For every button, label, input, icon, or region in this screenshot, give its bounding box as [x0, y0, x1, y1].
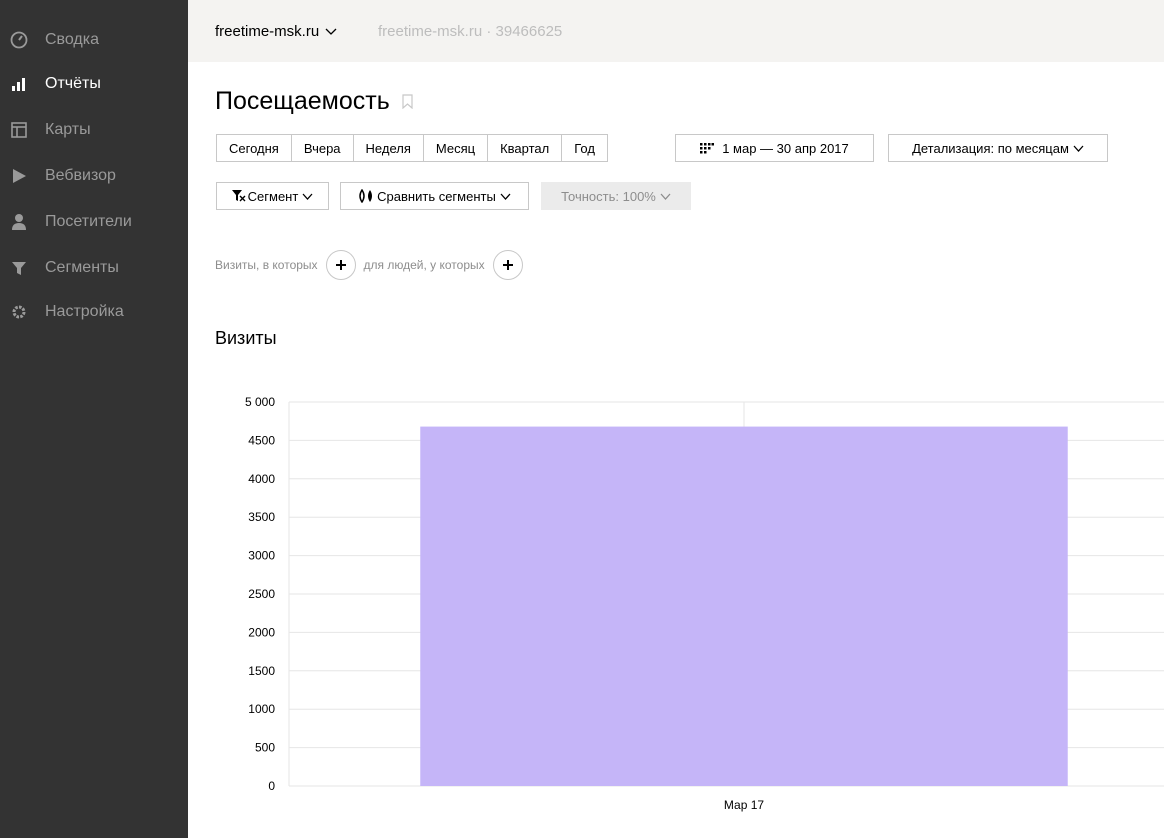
dashboard-icon: [10, 31, 28, 49]
detail-label: Детализация: по месяцам: [912, 140, 1069, 156]
y-tick-label: 3000: [248, 549, 275, 563]
gear-icon: [10, 303, 28, 321]
sidebar: Сводка Отчёты Карты Вебвизор Посетители …: [0, 0, 188, 838]
bar: [420, 426, 1068, 786]
bookmark-icon[interactable]: [402, 94, 413, 109]
y-tick-label: 2000: [248, 625, 275, 639]
bar-chart-icon: [10, 75, 28, 93]
accuracy-dropdown[interactable]: Точность: 100%: [541, 182, 691, 210]
sidebar-item-segments[interactable]: Сегменты: [0, 245, 188, 291]
chevron-down-icon: [500, 193, 511, 200]
people-filter-label: для людей, у которых: [363, 258, 485, 272]
x-tick-label: Мар 17: [724, 798, 764, 812]
period-yesterday-button[interactable]: Вчера: [291, 135, 354, 161]
visits-chart: 0 500 1000 1500 2000 2500 3000 3500 4000 4500 5 00…: [200, 388, 1164, 828]
segment-label: Сегмент: [247, 188, 299, 204]
add-people-condition-button[interactable]: [492, 250, 523, 280]
user-icon: [10, 213, 28, 231]
period-year-button[interactable]: Год: [562, 135, 607, 161]
map-icon: [10, 121, 28, 139]
sidebar-item-settings[interactable]: Настройка: [0, 289, 188, 335]
funnel-icon: [10, 259, 28, 277]
y-tick-label: 4000: [248, 472, 275, 486]
sidebar-item-webvisor[interactable]: Вебвизор: [0, 153, 188, 199]
date-range-label: 1 мар — 30 апр 2017: [722, 140, 849, 156]
plus-icon: [335, 260, 346, 270]
chevron-down-icon: [325, 28, 337, 35]
compare-label: Сравнить сегменты: [377, 188, 496, 204]
sidebar-item-label: Настройка: [45, 303, 124, 320]
funnel-icon: [231, 190, 246, 202]
chart-section-title: Визиты: [215, 328, 277, 348]
filter-row: Визиты, в которых для людей, у которых: [215, 250, 531, 280]
visits-filter-label: Визиты, в которых: [215, 258, 318, 272]
y-tick-label: 4500: [248, 433, 275, 447]
sidebar-item-visitors[interactable]: Посетители: [0, 199, 188, 245]
chevron-down-icon: [1073, 145, 1084, 152]
sidebar-item-label: Посетители: [45, 213, 132, 230]
plus-icon: [502, 260, 513, 270]
compare-segments-dropdown[interactable]: Сравнить сегменты: [340, 182, 529, 210]
site-name: freetime-msk.ru: [215, 23, 320, 40]
add-visit-condition-button[interactable]: [325, 250, 356, 280]
segment-dropdown[interactable]: Сегмент: [216, 182, 329, 210]
chevron-down-icon: [660, 193, 671, 200]
y-tick-label: 2500: [248, 587, 275, 601]
sidebar-item-reports[interactable]: Отчёты: [0, 61, 188, 107]
sidebar-item-maps[interactable]: Карты: [0, 107, 188, 153]
site-selector[interactable]: freetime-msk.ru: [215, 23, 337, 40]
y-tick-label: 3500: [248, 510, 275, 524]
y-tick-label: 1000: [248, 702, 275, 716]
sidebar-item-label: Вебвизор: [45, 167, 116, 184]
site-id: freetime-msk.ru · 39466625: [378, 23, 563, 40]
period-week-button[interactable]: Неделя: [353, 135, 424, 161]
page-title: Посещаемость: [215, 87, 413, 116]
chevron-down-icon: [302, 193, 313, 200]
detail-dropdown[interactable]: Детализация: по месяцам: [888, 134, 1108, 162]
y-tick-label: 1500: [248, 664, 275, 678]
period-quarter-button[interactable]: Квартал: [488, 135, 563, 161]
play-icon: [10, 167, 28, 185]
y-tick-label: 500: [255, 741, 275, 755]
period-today-button[interactable]: Сегодня: [217, 135, 292, 161]
accuracy-label: Точность: 100%: [561, 188, 656, 204]
sidebar-item-label: Отчёты: [45, 75, 101, 92]
sidebar-item-label: Карты: [45, 121, 91, 138]
calendar-icon: [700, 142, 715, 153]
sidebar-item-summary[interactable]: Сводка: [0, 17, 188, 63]
compare-icon: [359, 189, 373, 203]
visits-chart-svg: 0 500 1000 1500 2000 2500 3000 3500 4000 4500 5 00…: [245, 395, 1164, 812]
period-month-button[interactable]: Месяц: [423, 135, 489, 161]
sidebar-item-label: Сводка: [45, 31, 100, 48]
y-tick-label: 5 000: [245, 395, 275, 409]
top-bar: freetime-msk.ru freetime-msk.ru · 394666…: [188, 0, 1164, 62]
page-title-text: Посещаемость: [215, 87, 390, 115]
sidebar-item-label: Сегменты: [45, 259, 119, 276]
date-range-button[interactable]: 1 мар — 30 апр 2017: [675, 134, 874, 162]
period-selector: Сегодня Вчера Неделя Месяц Квартал Год: [216, 134, 608, 162]
y-tick-label: 0: [268, 779, 275, 793]
